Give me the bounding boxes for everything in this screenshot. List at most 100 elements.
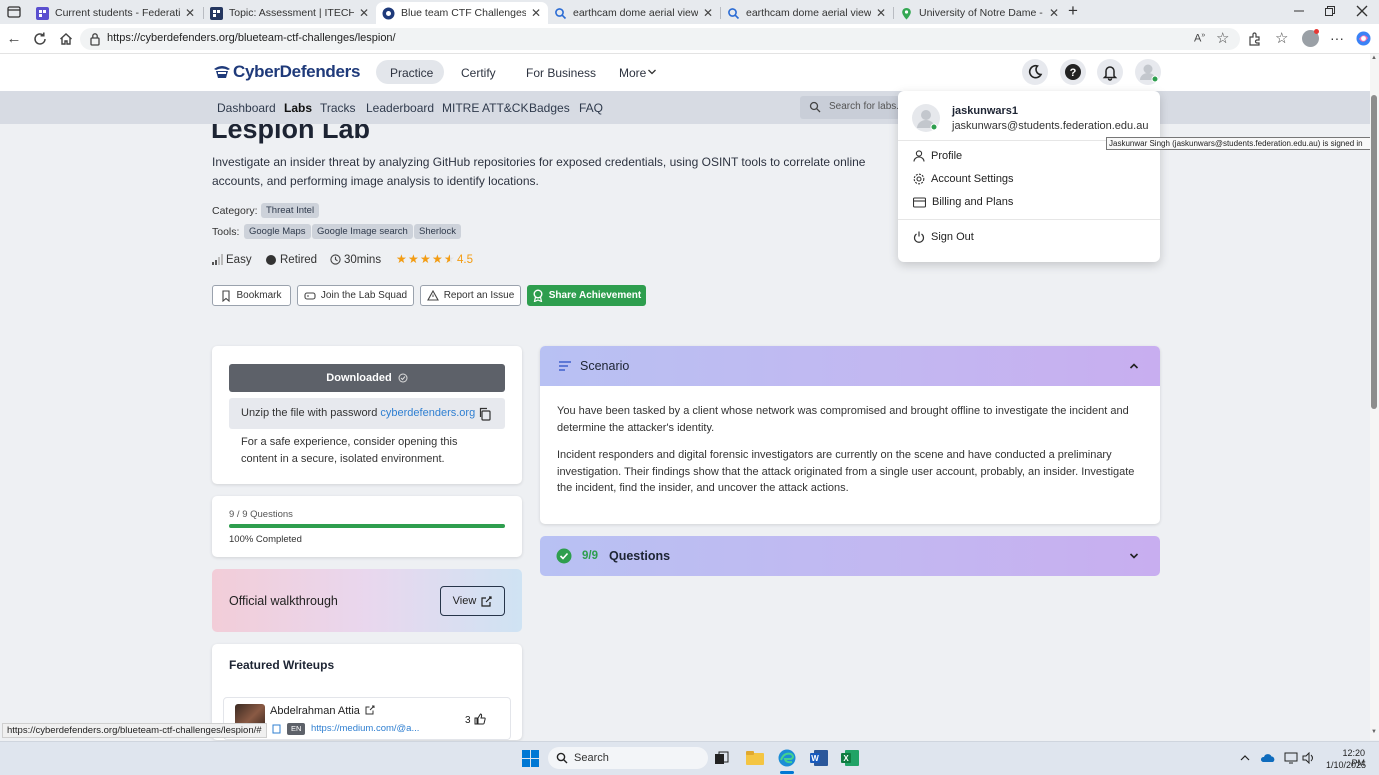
nav-certify[interactable]: Certify (461, 66, 496, 80)
clock-icon (330, 254, 341, 265)
minimize-icon[interactable] (1292, 4, 1306, 18)
sub-navigation (0, 91, 1370, 124)
excel-icon[interactable]: X (841, 750, 859, 766)
close-tab-icon[interactable]: ✕ (530, 6, 542, 20)
chevron-up-icon[interactable] (1240, 754, 1250, 762)
taskbar-search[interactable]: Search (548, 747, 708, 769)
refresh-icon[interactable] (32, 31, 48, 47)
category-badge[interactable]: Threat Intel (261, 203, 320, 218)
view-walkthrough-button[interactable]: View (440, 586, 505, 616)
subnav-tracks[interactable]: Tracks (320, 101, 356, 115)
search-icon (727, 7, 740, 20)
lab-search-input[interactable]: Search for labs... (800, 96, 900, 119)
menu-item-sign-out[interactable]: Sign Out (913, 231, 974, 243)
favorites-icon[interactable]: ☆ (1275, 29, 1288, 47)
close-tab-icon[interactable]: ✕ (875, 6, 887, 20)
tool-badge[interactable]: Google Image search (312, 224, 413, 239)
downloaded-button[interactable]: Downloaded (229, 364, 505, 392)
active-app-indicator (780, 771, 794, 774)
browser-tab[interactable]: earthcam dome aerial view - Sear ✕ (548, 2, 720, 24)
close-tab-icon[interactable]: ✕ (702, 6, 714, 20)
volume-icon[interactable] (1302, 752, 1316, 764)
close-tab-icon[interactable]: ✕ (184, 6, 196, 20)
tab-actions-icon[interactable] (6, 4, 22, 20)
user-avatar-button[interactable] (1135, 59, 1161, 85)
notification-dot-icon (1314, 29, 1319, 34)
subnav-leaderboard[interactable]: Leaderboard (366, 101, 434, 115)
dark-mode-button[interactable] (1022, 59, 1048, 85)
star-icon: ★ ★ (420, 252, 431, 266)
browser-tab[interactable]: Topic: Assessment | ITECH 1502 S ✕ (204, 2, 376, 24)
file-explorer-icon[interactable] (746, 750, 764, 766)
home-icon[interactable] (58, 31, 74, 47)
subnav-mitre[interactable]: MITRE ATT&CK (442, 101, 528, 115)
copy-icon[interactable] (478, 407, 491, 421)
browser-tab[interactable]: University of Notre Dame - Goog ✕ (894, 2, 1066, 24)
subnav-badges[interactable]: Badges (529, 101, 570, 115)
extensions-icon[interactable] (1247, 31, 1263, 47)
external-link-icon (481, 595, 492, 607)
subnav-dashboard[interactable]: Dashboard (217, 101, 276, 115)
chevron-up-icon[interactable] (1129, 362, 1139, 370)
tab-title: earthcam dome aerial view - Sear (573, 7, 698, 19)
logo-icon[interactable] (212, 61, 232, 81)
close-tab-icon[interactable]: ✕ (358, 6, 370, 20)
url-text[interactable]: https://cyberdefenders.org/blueteam-ctf-… (107, 32, 396, 44)
browser-tab[interactable]: earthcam dome aerial view - Sear ✕ (721, 2, 893, 24)
more-options-icon[interactable]: ··· (1330, 30, 1344, 46)
scenario-header[interactable] (540, 346, 1160, 386)
tool-badge[interactable]: Google Maps (244, 224, 311, 239)
favorite-star-icon[interactable]: ☆ (1216, 29, 1229, 47)
close-tab-icon[interactable]: ✕ (1048, 6, 1060, 20)
help-button[interactable]: ? (1060, 59, 1086, 85)
share-achievement-button[interactable]: Share Achievement (527, 285, 646, 306)
join-squad-button[interactable]: Join the Lab Squad (297, 285, 414, 306)
menu-item-profile[interactable]: Profile (913, 150, 962, 162)
scenario-title: Scenario (580, 359, 630, 373)
read-aloud-icon[interactable]: A» (1194, 32, 1205, 45)
scrollbar-thumb[interactable] (1371, 95, 1377, 409)
dropdown-divider (898, 219, 1160, 220)
tab-title: Topic: Assessment | ITECH 1502 S (229, 7, 354, 19)
bookmark-button[interactable]: Bookmark (212, 285, 291, 306)
menu-item-account-settings[interactable]: Account Settings (913, 173, 1014, 185)
subnav-labs[interactable]: Labs (284, 101, 312, 115)
site-logo[interactable]: CyberDefenders (233, 62, 360, 82)
browser-tab-active[interactable]: Blue team CTF Challenges | Lespio ✕ (376, 2, 548, 24)
notifications-button[interactable] (1097, 59, 1123, 85)
edge-icon[interactable] (778, 749, 796, 767)
scroll-down-arrow[interactable]: ▼ (1371, 729, 1377, 735)
network-icon[interactable] (1284, 752, 1298, 764)
author-name[interactable]: Abdelrahman Attia (270, 705, 360, 717)
back-icon[interactable]: ← (4, 29, 24, 49)
task-view-icon[interactable] (714, 751, 729, 766)
close-window-icon[interactable] (1355, 4, 1369, 18)
award-icon (533, 289, 543, 302)
lock-icon[interactable] (89, 32, 101, 46)
tool-badge[interactable]: Sherlock (414, 224, 461, 239)
view-label: View (452, 595, 477, 607)
menu-item-billing[interactable]: Billing and Plans (913, 196, 1013, 208)
restore-icon[interactable] (1323, 4, 1337, 18)
writeup-link[interactable]: https://medium.com/@a... (311, 723, 419, 734)
start-icon[interactable] (522, 750, 539, 767)
nav-practice[interactable]: Practice (390, 66, 433, 80)
copilot-icon[interactable] (1355, 30, 1372, 47)
browser-tab[interactable]: Current students - Federation Uni ✕ (30, 2, 202, 24)
report-issue-button[interactable]: Report an Issue (420, 285, 521, 306)
scroll-up-arrow[interactable]: ▲ (1371, 55, 1377, 61)
new-tab-button[interactable]: + (1068, 2, 1084, 20)
questions-progress-label: 9 / 9 Questions (229, 509, 293, 520)
word-icon[interactable]: W (810, 750, 828, 766)
nav-for-business[interactable]: For Business (526, 66, 596, 80)
dropdown-avatar (912, 104, 940, 132)
nav-more[interactable]: More (619, 66, 646, 80)
chevron-down-icon[interactable] (1129, 552, 1139, 560)
subnav-faq[interactable]: FAQ (579, 101, 603, 115)
tab-title: earthcam dome aerial view - Sear (746, 7, 871, 19)
clock-date[interactable]: 1/10/2025 (1320, 760, 1366, 770)
external-link-icon[interactable] (365, 705, 375, 715)
thumbs-up-icon[interactable] (474, 713, 486, 725)
password-link[interactable]: cyberdefenders.org (380, 407, 475, 419)
onedrive-icon[interactable] (1261, 753, 1275, 763)
